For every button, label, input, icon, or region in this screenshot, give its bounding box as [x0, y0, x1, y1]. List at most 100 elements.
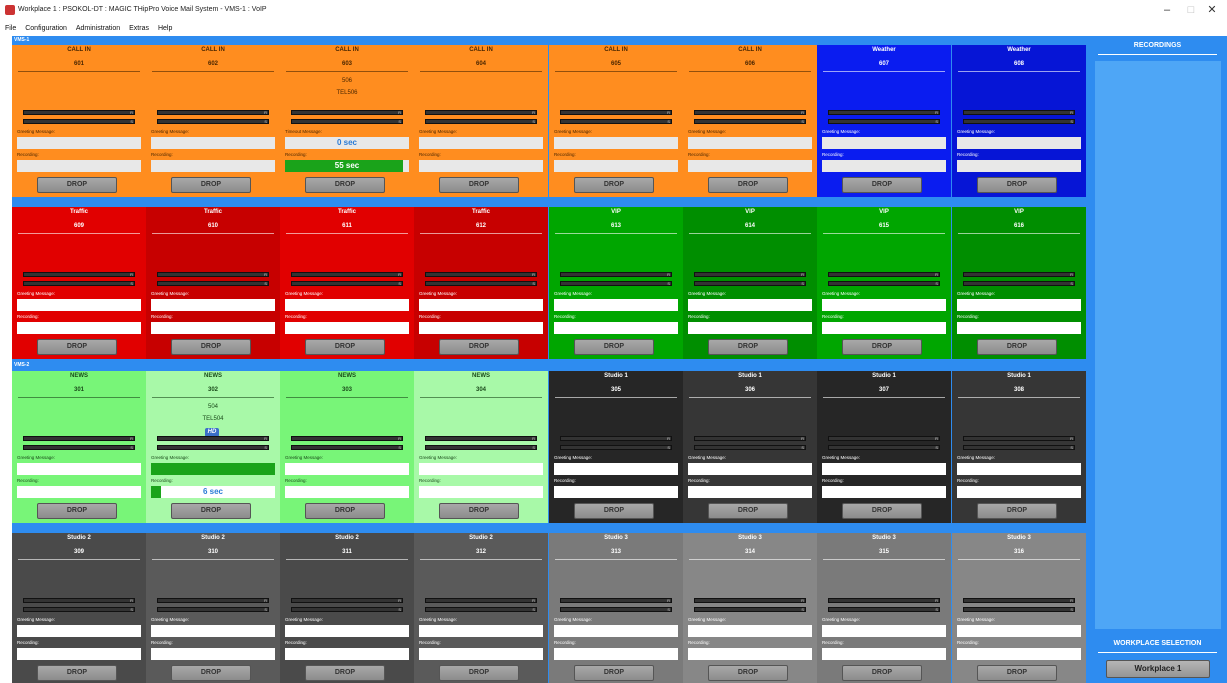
drop-button[interactable]: DROP: [708, 665, 788, 681]
message-field[interactable]: [554, 463, 678, 475]
message-field[interactable]: [554, 625, 678, 637]
drop-button[interactable]: DROP: [439, 503, 519, 519]
message-field[interactable]: [419, 625, 543, 637]
recording-field[interactable]: [285, 322, 409, 334]
recording-field[interactable]: [822, 648, 946, 660]
recording-field[interactable]: 6 sec: [151, 486, 275, 498]
drop-button[interactable]: DROP: [842, 177, 922, 193]
recording-field[interactable]: [17, 160, 141, 172]
drop-button[interactable]: DROP: [37, 665, 117, 681]
message-field[interactable]: [822, 137, 946, 149]
menu-file[interactable]: File: [5, 22, 16, 35]
message-field[interactable]: [285, 463, 409, 475]
recording-field[interactable]: [822, 322, 946, 334]
drop-button[interactable]: DROP: [171, 339, 251, 355]
message-field[interactable]: [957, 299, 1081, 311]
drop-button[interactable]: DROP: [708, 339, 788, 355]
drop-button[interactable]: DROP: [37, 177, 117, 193]
recording-field[interactable]: [957, 322, 1081, 334]
recording-field[interactable]: [688, 486, 812, 498]
message-field[interactable]: [285, 299, 409, 311]
drop-button[interactable]: DROP: [439, 665, 519, 681]
workplace-button[interactable]: Workplace 1: [1106, 660, 1210, 678]
recording-field[interactable]: [554, 648, 678, 660]
message-field[interactable]: [957, 625, 1081, 637]
drop-button[interactable]: DROP: [977, 339, 1057, 355]
recording-field[interactable]: [151, 322, 275, 334]
drop-button[interactable]: DROP: [842, 339, 922, 355]
recording-field[interactable]: [957, 648, 1081, 660]
recordings-list[interactable]: [1095, 61, 1221, 629]
recording-field[interactable]: [17, 648, 141, 660]
recording-field[interactable]: [554, 322, 678, 334]
drop-button[interactable]: DROP: [708, 503, 788, 519]
message-field[interactable]: [151, 137, 275, 149]
drop-button[interactable]: DROP: [574, 665, 654, 681]
drop-button[interactable]: DROP: [37, 503, 117, 519]
drop-button[interactable]: DROP: [171, 665, 251, 681]
message-field[interactable]: [822, 299, 946, 311]
recording-field[interactable]: [688, 160, 812, 172]
drop-button[interactable]: DROP: [305, 665, 385, 681]
menu-administration[interactable]: Administration: [76, 22, 120, 35]
recording-field[interactable]: [688, 648, 812, 660]
message-field[interactable]: 0 sec: [285, 137, 409, 149]
message-field[interactable]: [419, 137, 543, 149]
menu-help[interactable]: Help: [158, 22, 172, 35]
message-field[interactable]: [285, 625, 409, 637]
message-field[interactable]: [688, 299, 812, 311]
menu-configuration[interactable]: Configuration: [25, 22, 67, 35]
message-field[interactable]: [151, 463, 275, 475]
recording-field[interactable]: [957, 160, 1081, 172]
recording-field[interactable]: [285, 648, 409, 660]
recording-field[interactable]: [419, 486, 543, 498]
message-field[interactable]: [17, 299, 141, 311]
message-field[interactable]: [688, 625, 812, 637]
recording-field[interactable]: [17, 322, 141, 334]
drop-button[interactable]: DROP: [977, 177, 1057, 193]
message-field[interactable]: [151, 625, 275, 637]
recording-field[interactable]: [554, 486, 678, 498]
message-field[interactable]: [17, 463, 141, 475]
drop-button[interactable]: DROP: [574, 177, 654, 193]
message-field[interactable]: [688, 463, 812, 475]
message-field[interactable]: [17, 625, 141, 637]
maximize-button[interactable]: □: [1181, 3, 1201, 17]
drop-button[interactable]: DROP: [171, 503, 251, 519]
recording-field[interactable]: [285, 486, 409, 498]
drop-button[interactable]: DROP: [171, 177, 251, 193]
drop-button[interactable]: DROP: [574, 339, 654, 355]
drop-button[interactable]: DROP: [842, 665, 922, 681]
message-field[interactable]: [554, 299, 678, 311]
drop-button[interactable]: DROP: [439, 177, 519, 193]
recording-field[interactable]: [822, 160, 946, 172]
message-field[interactable]: [957, 463, 1081, 475]
menu-extras[interactable]: Extras: [129, 22, 149, 35]
message-field[interactable]: [957, 137, 1081, 149]
message-field[interactable]: [822, 625, 946, 637]
message-field[interactable]: [419, 299, 543, 311]
recording-field[interactable]: [151, 648, 275, 660]
recording-field[interactable]: [688, 322, 812, 334]
message-field[interactable]: [554, 137, 678, 149]
message-field[interactable]: [419, 463, 543, 475]
drop-button[interactable]: DROP: [708, 177, 788, 193]
recording-field[interactable]: [957, 486, 1081, 498]
recording-field[interactable]: [419, 322, 543, 334]
recording-field[interactable]: [151, 160, 275, 172]
recording-field[interactable]: [822, 486, 946, 498]
drop-button[interactable]: DROP: [977, 503, 1057, 519]
drop-button[interactable]: DROP: [305, 503, 385, 519]
drop-button[interactable]: DROP: [305, 339, 385, 355]
drop-button[interactable]: DROP: [37, 339, 117, 355]
minimize-button[interactable]: –: [1157, 3, 1177, 17]
close-button[interactable]: ✕: [1202, 3, 1222, 17]
message-field[interactable]: [822, 463, 946, 475]
drop-button[interactable]: DROP: [574, 503, 654, 519]
message-field[interactable]: [17, 137, 141, 149]
recording-field[interactable]: [554, 160, 678, 172]
drop-button[interactable]: DROP: [305, 177, 385, 193]
recording-field[interactable]: [419, 160, 543, 172]
message-field[interactable]: [151, 299, 275, 311]
message-field[interactable]: [688, 137, 812, 149]
